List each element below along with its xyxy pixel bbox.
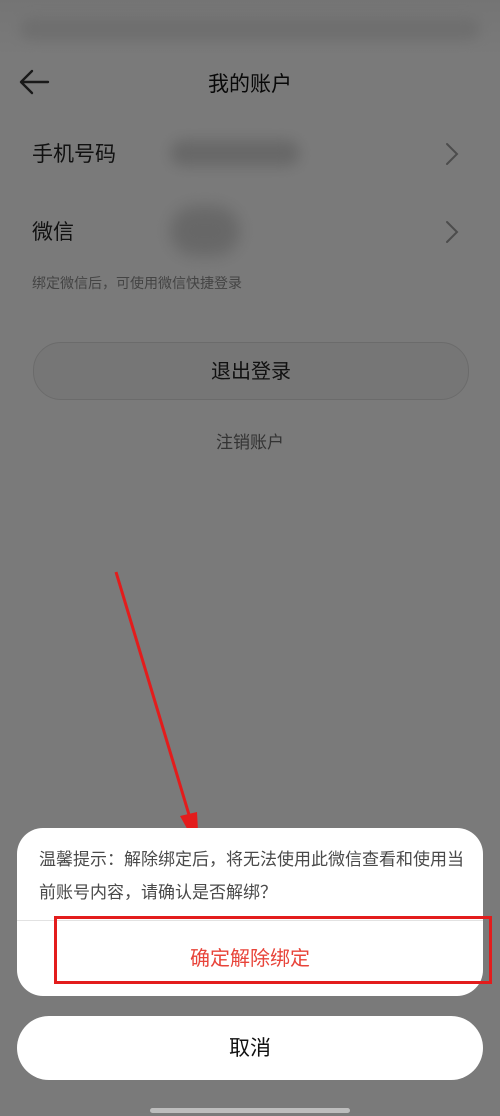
- unbind-warning-message: 温馨提示：解除绑定后，将无法使用此微信查看和使用当前账号内容，请确认是否解绑？: [39, 850, 464, 903]
- home-indicator: [150, 1108, 350, 1113]
- cancel-button[interactable]: 取消: [17, 1016, 483, 1080]
- annotation-highlight-box: [54, 916, 492, 984]
